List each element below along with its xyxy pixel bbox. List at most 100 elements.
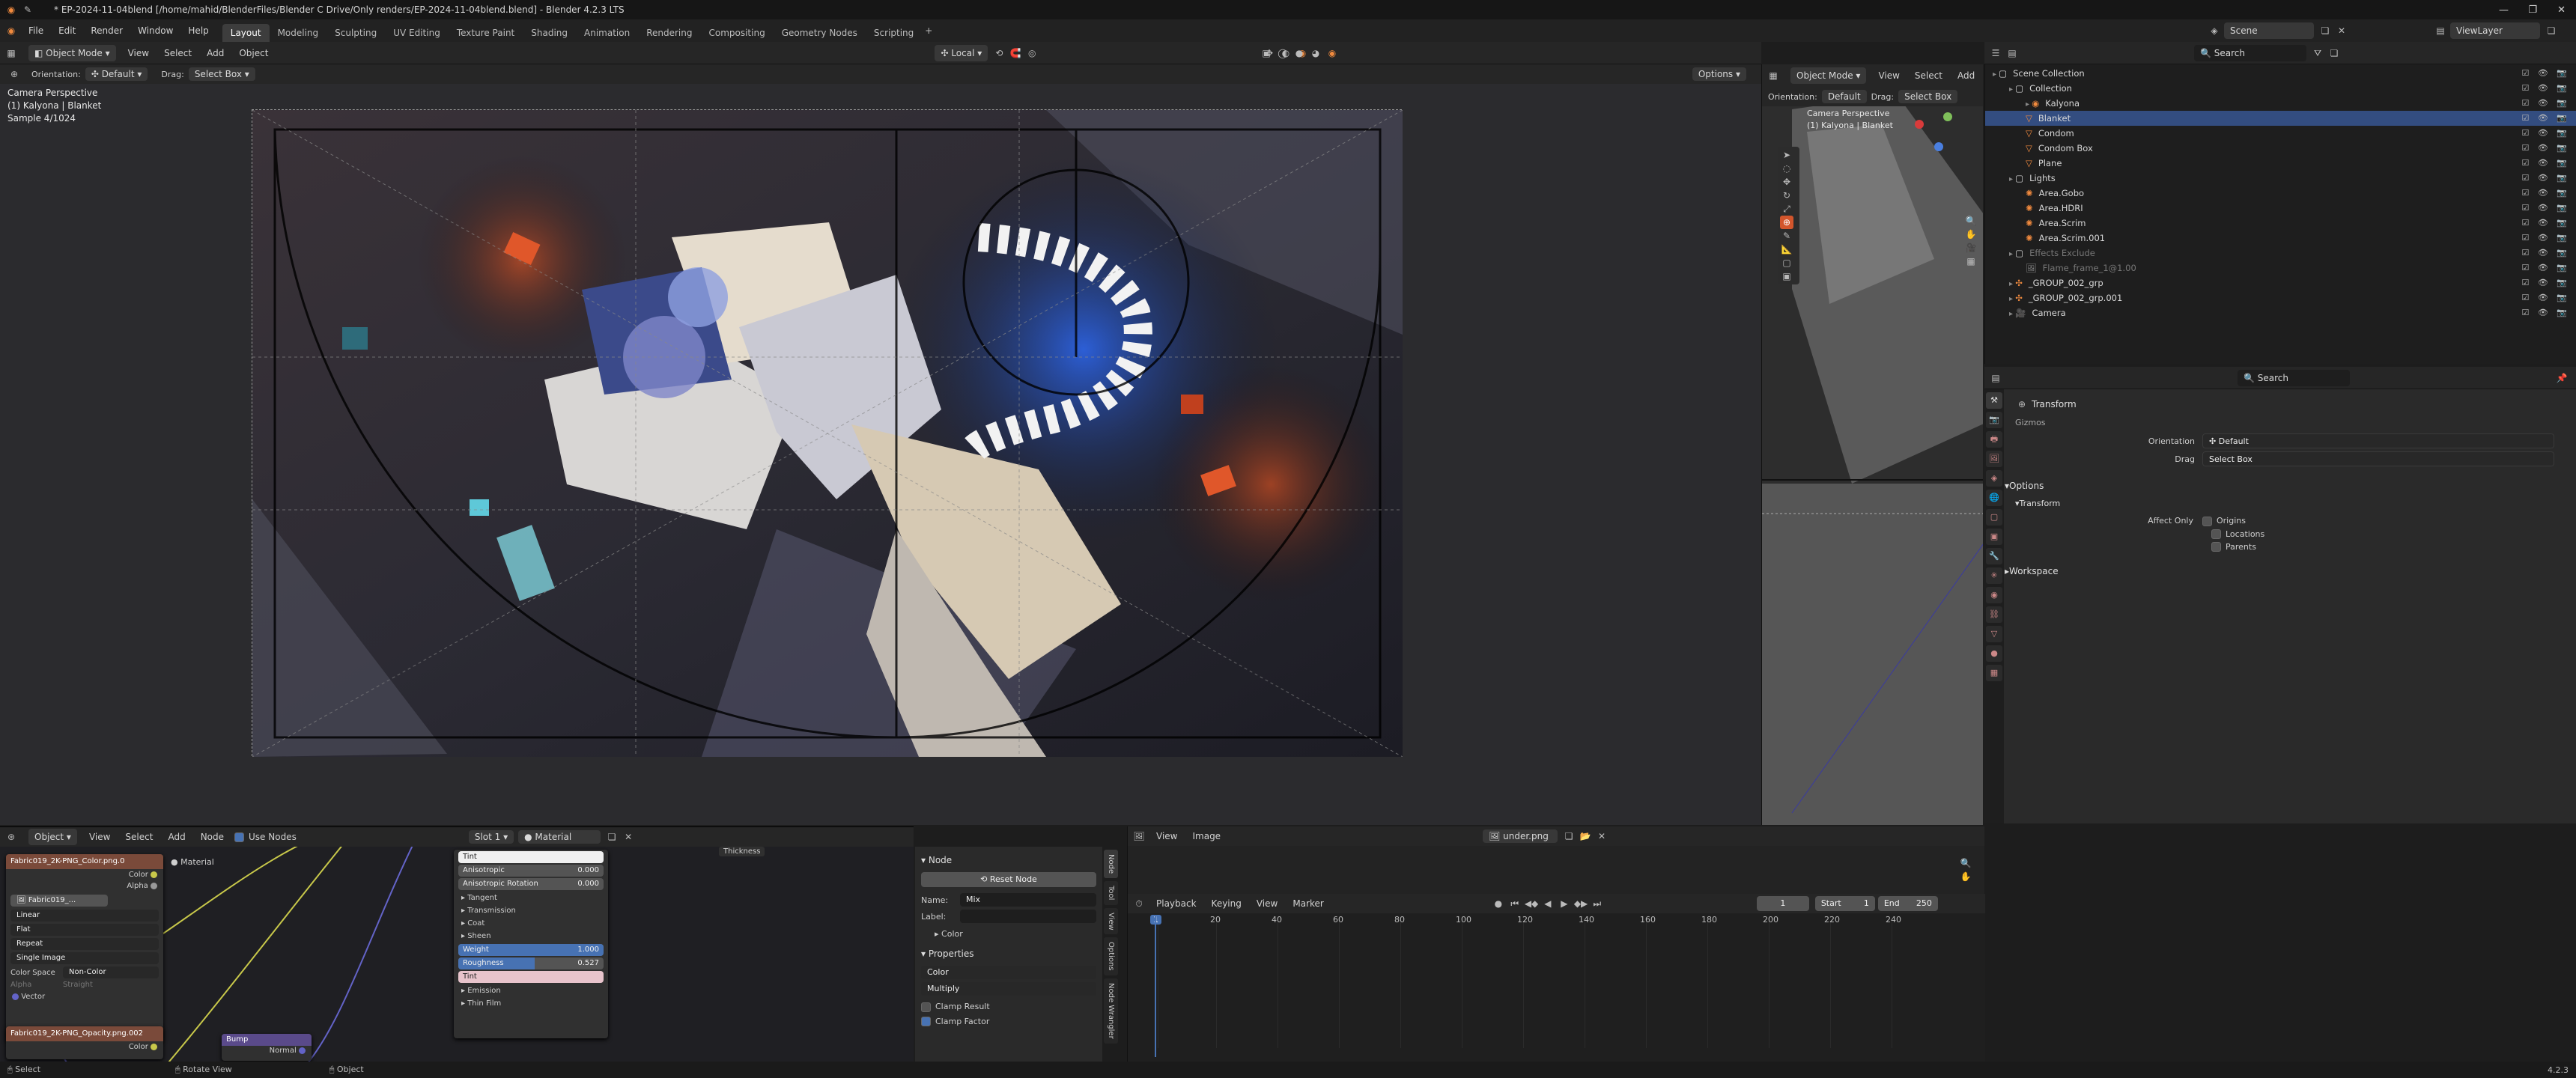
select-circle-tool-icon[interactable]: ◌: [1780, 162, 1793, 175]
rendered-camera-view[interactable]: [252, 109, 1403, 758]
mode-selector-2[interactable]: Object Mode ▾: [1790, 67, 1867, 84]
world-tab-icon[interactable]: 🌐: [1986, 490, 2002, 506]
bsdf-slider-anisotropic-rotation[interactable]: Anisotropic Rotation 0.000: [458, 878, 604, 890]
outliner-row-camera[interactable]: ▸ 🎥 Camera ☑ 👁 📷: [1985, 305, 2576, 320]
perspective-toggle-icon[interactable]: ▦: [1964, 255, 1978, 268]
view-layer-selector[interactable]: ViewLayer: [2450, 22, 2540, 39]
drag-dropdown[interactable]: Select Box ▾: [188, 67, 255, 81]
reset-node-button[interactable]: ⟲ Reset Node: [921, 872, 1096, 887]
vector-input-socket[interactable]: [12, 993, 19, 1000]
cursor-tool-icon[interactable]: ➤: [1780, 148, 1793, 162]
close-button[interactable]: ✕: [2557, 4, 2566, 16]
drag-dropdown-2[interactable]: Select Box: [1898, 90, 1958, 103]
workspace-tab-scripting[interactable]: Scripting: [866, 24, 922, 42]
editor-type-icon-2[interactable]: ▦: [1767, 69, 1780, 82]
outliner-row-condom[interactable]: ▽ Condom ☑ 👁 📷: [1985, 126, 2576, 141]
image-node-header[interactable]: Fabric019_2K-PNG_Color.png.0: [6, 854, 163, 869]
constraints-tab-icon[interactable]: ⛓: [1986, 606, 2002, 623]
slot-dropdown[interactable]: Slot 1 ▾: [468, 830, 514, 844]
workspace-tab-texture-paint[interactable]: Texture Paint: [449, 24, 523, 42]
wireframe-shading-icon[interactable]: ◯: [1276, 46, 1289, 60]
node-menu-node[interactable]: Node: [193, 826, 231, 848]
modifier-tab-icon[interactable]: 🔧: [1986, 548, 2002, 564]
properties-panel-header[interactable]: ▾ Properties: [921, 945, 1096, 963]
bsdf-slider-roughness[interactable]: Roughness 0.527: [458, 957, 604, 969]
workspace-tab-compositing[interactable]: Compositing: [700, 24, 773, 42]
node-panel-header[interactable]: ▾ Node: [921, 851, 1096, 869]
data-type-dropdown[interactable]: Color: [921, 966, 1096, 979]
bsdf-section-tangent[interactable]: ▸ Tangent: [454, 892, 608, 904]
visibility-toggles[interactable]: ☑ 👁 📷: [2521, 186, 2570, 201]
duplicate-material-icon[interactable]: ❏: [605, 830, 619, 844]
node-editor-type-icon[interactable]: ⊛: [4, 830, 18, 844]
add-object-tool-icon[interactable]: ▣: [1780, 270, 1793, 283]
new-scene-icon[interactable]: ❏: [2318, 24, 2332, 37]
menu-render[interactable]: Render: [83, 19, 130, 42]
bsdf-section-sheen[interactable]: ▸ Sheen: [454, 930, 608, 943]
scale-tool-icon[interactable]: ⤢: [1780, 202, 1793, 216]
material-tab-icon[interactable]: ●: [1986, 645, 2002, 662]
prop-orientation-dropdown[interactable]: ✣ Default: [2202, 433, 2554, 448]
outliner-row-area-gobo[interactable]: ✺ Area.Gobo ☑ 👁 📷: [1985, 186, 2576, 201]
workspace-tab-uv-editing[interactable]: UV Editing: [385, 24, 449, 42]
node-name-input[interactable]: Mix: [960, 893, 1096, 907]
opacity-texture-node[interactable]: Fabric019_2K-PNG_Opacity.png.002 Color: [6, 1026, 163, 1059]
annotate-tool-icon[interactable]: ✎: [1780, 229, 1793, 243]
bsdf-slider-tint[interactable]: Tint: [458, 851, 604, 863]
pin-icon[interactable]: ✎: [21, 3, 34, 16]
visibility-toggles[interactable]: ☑ 👁 📷: [2521, 156, 2570, 171]
outliner-row-scene-collection[interactable]: ▸ ▢ Scene Collection ☑ 👁 📷: [1985, 66, 2576, 81]
projection-dropdown[interactable]: Flat: [10, 924, 159, 936]
visibility-toggles[interactable]: ☑ 👁 📷: [2521, 66, 2570, 81]
image-texture-node[interactable]: Fabric019_2K-PNG_Color.png.0 Color Alpha…: [6, 854, 163, 1041]
clamp-factor-toggle[interactable]: Clamp Factor: [921, 1017, 1096, 1026]
texture-tab-icon[interactable]: ▦: [1986, 665, 2002, 681]
bsdf-section-transmission[interactable]: ▸ Transmission: [454, 904, 608, 917]
clamp-result-toggle[interactable]: Clamp Result: [921, 1002, 1096, 1012]
workspace-tab-geometry-nodes[interactable]: Geometry Nodes: [774, 24, 866, 42]
zoom-icon[interactable]: 🔍: [1964, 214, 1978, 228]
pan-hand-icon[interactable]: ✋: [1964, 228, 1978, 241]
menu-help[interactable]: Help: [180, 19, 216, 42]
parents-checkbox[interactable]: [2211, 541, 2221, 552]
playhead[interactable]: [1155, 915, 1156, 1057]
outliner-editor-icon[interactable]: ☰: [1989, 46, 2002, 60]
extension-dropdown[interactable]: Repeat: [10, 938, 159, 950]
opacity-node-header[interactable]: Fabric019_2K-PNG_Opacity.png.002: [6, 1026, 163, 1041]
expand-arrow-icon[interactable]: ▸: [2026, 100, 2032, 109]
outliner-row-collection[interactable]: ▸ ▢ Collection ☑ 👁 📷: [1985, 81, 2576, 96]
menu-edit[interactable]: Edit: [51, 19, 83, 42]
expand-arrow-icon[interactable]: ▸: [2009, 280, 2015, 288]
select-tool-icon[interactable]: ⊕: [7, 67, 21, 81]
viewport2-menu-view[interactable]: View: [1871, 64, 1907, 87]
interpolation-dropdown[interactable]: Linear: [10, 910, 159, 922]
affect-origins[interactable]: Origins: [2202, 516, 2246, 526]
unlink-material-icon[interactable]: ✕: [622, 830, 635, 844]
use-nodes-checkbox[interactable]: [234, 832, 245, 842]
opacity-color-socket[interactable]: [151, 1043, 157, 1050]
use-nodes-toggle[interactable]: Use Nodes: [234, 832, 297, 842]
sidebar-tab-node-wrangler[interactable]: Node Wrangler: [1104, 978, 1118, 1044]
transform-tool-icon[interactable]: ⊕: [1780, 216, 1793, 229]
expand-arrow-icon[interactable]: ▸: [2009, 175, 2015, 183]
material-dropdown[interactable]: ● Material: [518, 830, 601, 844]
visibility-toggles[interactable]: ☑ 👁 📷: [2521, 275, 2570, 290]
image-datablock[interactable]: 🖼 Fabric019_...: [10, 895, 108, 907]
source-dropdown[interactable]: Single Image: [10, 952, 159, 964]
transform-subpanel-header[interactable]: ▾ Transform: [2015, 495, 2576, 513]
new-view-layer-icon[interactable]: ❏: [2545, 24, 2558, 37]
visibility-toggles[interactable]: ☑ 👁 📷: [2521, 126, 2570, 141]
data-tab-icon[interactable]: ▽: [1986, 626, 2002, 642]
color-space-dropdown[interactable]: Non-Color: [63, 966, 159, 978]
sidebar-tab-node[interactable]: Node: [1104, 850, 1118, 879]
workspace-tab-rendering[interactable]: Rendering: [638, 24, 700, 42]
output-tab-icon[interactable]: 🖶: [1986, 431, 2002, 448]
node-menu-view[interactable]: View: [82, 826, 118, 848]
outliner-row-group-002-grp-001[interactable]: ▸ ✣ _GROUP_002_grp.001 ☑ 👁 📷: [1985, 290, 2576, 305]
measure-tool-icon[interactable]: 📐: [1780, 243, 1793, 256]
mode-selector[interactable]: ◧ Object Mode ▾: [28, 44, 116, 61]
workspace-tab-animation[interactable]: Animation: [576, 24, 638, 42]
outliner-row-area-hdri[interactable]: ✺ Area.HDRI ☑ 👁 📷: [1985, 201, 2576, 216]
bsdf-section-thin-film[interactable]: ▸ Thin Film: [454, 997, 608, 1010]
xray-icon[interactable]: ▣: [1260, 46, 1273, 60]
